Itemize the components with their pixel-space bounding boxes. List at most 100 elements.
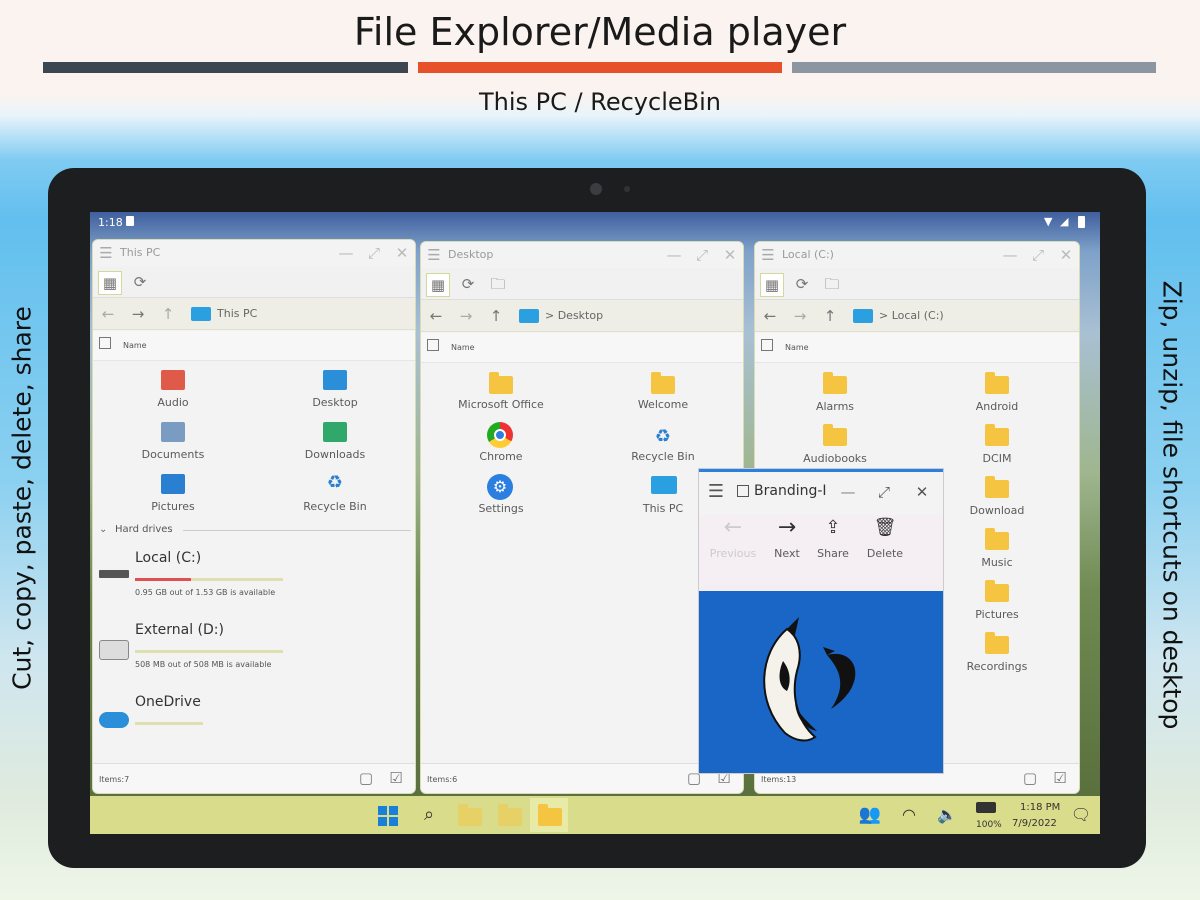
delete-button[interactable]: Delete (863, 547, 907, 560)
previous-arrow-icon[interactable]: ← (719, 517, 747, 539)
item-music[interactable]: Music (947, 556, 1047, 569)
minimize-icon[interactable]: — (1001, 244, 1019, 266)
grid-view-icon[interactable]: ▦ (426, 273, 450, 297)
nav-bar: ← → ↑ > Desktop (421, 300, 743, 332)
item-alarms[interactable]: Alarms (785, 400, 885, 413)
back-icon[interactable]: ← (759, 305, 781, 327)
breadcrumb[interactable]: > Desktop (545, 309, 603, 322)
maximize-icon[interactable]: ⤢ (875, 481, 893, 503)
select-all-checkbox[interactable] (99, 337, 111, 349)
maximize-icon[interactable]: ⤢ (1029, 244, 1047, 266)
banner-bar-gray (792, 62, 1156, 73)
up-icon[interactable]: ↑ (819, 305, 841, 327)
drive-external-name[interactable]: External (D:) (135, 622, 224, 638)
status-bar: 1:18 ▼ ◢ (90, 212, 1100, 234)
item-dcim[interactable]: DCIM (947, 452, 1047, 465)
close-icon[interactable]: ✕ (1057, 244, 1075, 266)
drive-onedrive-name[interactable]: OneDrive (135, 694, 201, 710)
banner-bar-orange (418, 62, 782, 73)
items-count: Items:6 (427, 775, 458, 784)
item-settings[interactable]: Settings (451, 502, 551, 515)
square-icon[interactable]: ▢ (357, 767, 375, 789)
column-name[interactable]: Name (785, 343, 809, 352)
column-name[interactable]: Name (451, 343, 475, 352)
item-pictures[interactable]: Pictures (947, 608, 1047, 621)
forward-icon[interactable]: → (127, 303, 149, 325)
search-icon[interactable]: ⌕ (418, 804, 440, 826)
refresh-icon[interactable]: ⟳ (791, 273, 813, 295)
window-titlebar: ☰ Desktop — ⤢ ✕ (421, 242, 743, 268)
select-all-checkbox[interactable] (761, 339, 773, 351)
maximize-icon[interactable]: ⤢ (365, 242, 383, 264)
close-icon[interactable]: ✕ (393, 242, 411, 264)
item-recordings[interactable]: Recordings (947, 660, 1047, 673)
people-icon[interactable]: 👥 (858, 804, 882, 826)
drive-local-name[interactable]: Local (C:) (135, 550, 201, 566)
folder-icon[interactable] (458, 804, 482, 826)
menu-icon[interactable]: ☰ (759, 244, 777, 266)
item-microsoft-office[interactable]: Microsoft Office (441, 398, 561, 411)
square-icon[interactable]: ▢ (1021, 767, 1039, 789)
item-chrome[interactable]: Chrome (451, 450, 551, 463)
item-welcome[interactable]: Welcome (613, 398, 713, 411)
new-folder-icon[interactable]: 🗀 (821, 273, 843, 295)
previous-button[interactable]: Previous (703, 547, 763, 560)
windows-start-icon[interactable] (378, 806, 398, 826)
minimize-icon[interactable]: — (665, 244, 683, 266)
banner-bar-dark (43, 62, 408, 73)
checkbox-icon[interactable]: ☑ (1051, 767, 1069, 789)
wifi-icon[interactable]: ◠ (898, 804, 920, 826)
item-pictures[interactable]: Pictures (123, 500, 223, 513)
chevron-down-icon[interactable]: ⌄ (99, 524, 107, 535)
forward-icon[interactable]: → (455, 305, 477, 327)
item-android[interactable]: Android (947, 400, 1047, 413)
item-audio[interactable]: Audio (123, 396, 223, 409)
checkbox-icon[interactable]: ☑ (387, 767, 405, 789)
next-arrow-icon[interactable]: → (773, 517, 801, 539)
select-all-checkbox[interactable] (427, 339, 439, 351)
trash-icon[interactable]: 🗑 (871, 517, 899, 539)
new-folder-icon[interactable]: 🗀 (487, 273, 509, 295)
item-recycle-bin[interactable]: Recycle Bin (285, 500, 385, 513)
item-documents[interactable]: Documents (123, 448, 223, 461)
minimize-icon[interactable]: — (839, 481, 857, 503)
item-recycle-bin[interactable]: Recycle Bin (613, 450, 713, 463)
share-icon[interactable]: ⇪ (819, 517, 847, 539)
folder-icon (985, 632, 1009, 654)
grid-view-icon[interactable]: ▦ (760, 273, 784, 297)
column-name[interactable]: Name (123, 341, 147, 350)
menu-icon[interactable]: ☰ (425, 244, 443, 266)
settings-gear-icon: ⚙ (487, 474, 513, 500)
breadcrumb[interactable]: > Local (C:) (879, 309, 944, 322)
volume-icon[interactable]: 🔈 (936, 804, 958, 826)
refresh-icon[interactable]: ⟳ (129, 271, 151, 293)
up-icon[interactable]: ↑ (157, 303, 179, 325)
right-caption: Zip, unzip, file shortcuts on desktop (1157, 280, 1187, 730)
menu-icon[interactable]: ☰ (705, 481, 727, 503)
maximize-icon[interactable]: ⤢ (693, 244, 711, 266)
item-audiobooks[interactable]: Audiobooks (785, 452, 885, 465)
up-icon[interactable]: ↑ (485, 305, 507, 327)
share-button[interactable]: Share (813, 547, 853, 560)
item-download[interactable]: Download (947, 504, 1047, 517)
close-icon[interactable]: ✕ (721, 244, 739, 266)
back-icon[interactable]: ← (425, 305, 447, 327)
clock-date[interactable]: 7/9/2022 (1012, 818, 1057, 829)
window-desktop: ☰ Desktop — ⤢ ✕ ▦ ⟳ 🗀 ← → ↑ > Desktop Na… (420, 241, 744, 794)
folder-icon[interactable] (498, 804, 522, 826)
minimize-icon[interactable]: — (337, 242, 355, 264)
close-icon[interactable]: ✕ (913, 481, 931, 503)
back-icon[interactable]: ← (97, 303, 119, 325)
item-downloads[interactable]: Downloads (285, 448, 385, 461)
clock-time[interactable]: 1:18 PM (1020, 802, 1060, 813)
forward-icon[interactable]: → (789, 305, 811, 327)
item-desktop[interactable]: Desktop (285, 396, 385, 409)
breadcrumb[interactable]: This PC (217, 307, 257, 320)
next-button[interactable]: Next (767, 547, 807, 560)
nav-bar: ← → ↑ > Local (C:) (755, 300, 1079, 332)
refresh-icon[interactable]: ⟳ (457, 273, 479, 295)
grid-view-icon[interactable]: ▦ (98, 271, 122, 295)
menu-icon[interactable]: ☰ (97, 242, 115, 264)
notification-center-icon[interactable]: 🗨 (1070, 804, 1092, 826)
active-explorer-icon[interactable] (530, 798, 568, 832)
